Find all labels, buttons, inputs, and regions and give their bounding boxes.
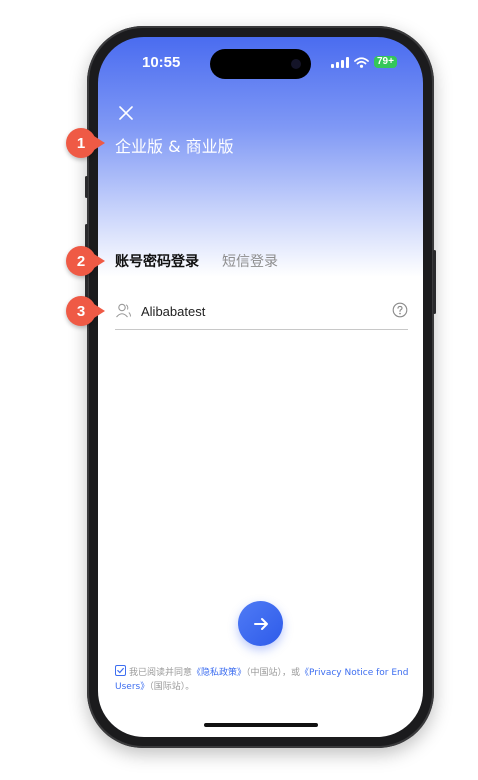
cellular-signal-icon bbox=[331, 56, 349, 68]
arrow-right-icon bbox=[253, 617, 268, 630]
agreement-middle: （中国站），或 bbox=[246, 668, 301, 678]
agreement-text: 我已阅读并同意《隐私政策》（中国站），或《Privacy Notice for … bbox=[115, 665, 410, 694]
dynamic-island bbox=[210, 49, 311, 79]
callout-badge-3: 3 bbox=[66, 296, 105, 326]
checkmark-icon bbox=[117, 667, 124, 674]
status-icons: 79+ bbox=[331, 56, 397, 68]
camera-icon bbox=[291, 59, 301, 69]
tab-sms-login[interactable]: 短信登录 bbox=[222, 251, 278, 271]
close-icon[interactable] bbox=[116, 103, 136, 123]
username-input[interactable] bbox=[141, 300, 381, 322]
tab-account-password-login[interactable]: 账号密码登录 bbox=[115, 251, 199, 271]
agreement-suffix: （国际站）。 bbox=[149, 682, 195, 692]
user-icon bbox=[116, 303, 131, 318]
status-time: 10:55 bbox=[142, 54, 181, 71]
callout-badge-1: 1 bbox=[66, 128, 105, 158]
phone-screen: 10:55 79+ 企业版 & 商业版 账号密码登录 短信登录 Alibabat… bbox=[98, 37, 423, 737]
home-indicator bbox=[204, 723, 318, 727]
next-button[interactable] bbox=[238, 601, 283, 646]
phone-power-button bbox=[433, 250, 436, 314]
help-icon[interactable] bbox=[392, 302, 408, 318]
wifi-icon bbox=[354, 56, 369, 68]
agreement-checkbox[interactable] bbox=[115, 665, 126, 676]
page-title: 企业版 & 商业版 bbox=[115, 137, 234, 156]
phone-silent-switch bbox=[85, 176, 88, 198]
callout-badge-2: 2 bbox=[66, 246, 105, 276]
agreement-prefix: 我已阅读并同意 bbox=[129, 668, 193, 678]
privacy-policy-link[interactable]: 《隐私政策》 bbox=[192, 668, 246, 678]
username-field bbox=[115, 299, 408, 330]
battery-indicator: 79+ bbox=[374, 56, 397, 68]
